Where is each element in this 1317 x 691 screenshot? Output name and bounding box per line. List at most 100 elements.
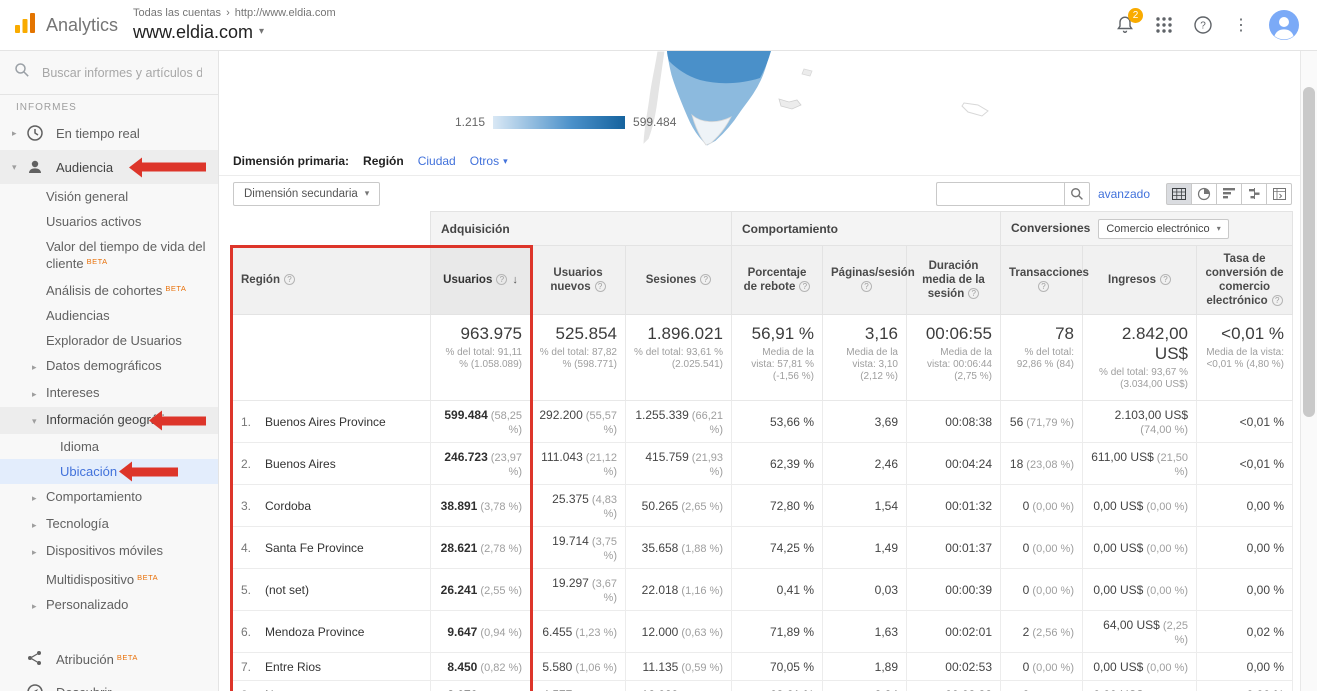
metric-percent: (21,93 %): [689, 452, 723, 478]
breadcrumb: Todas las cuentas › http://www.eldia.com…: [133, 7, 336, 43]
sidebar-item-tecnologia[interactable]: ▸Tecnología: [0, 511, 218, 538]
sidebar-item-intereses[interactable]: ▸Intereses: [0, 380, 218, 407]
sidebar-item-valor-del-tiempo-de-vida-del-cliente[interactable]: Valor del tiempo de vida del clienteBETA: [0, 234, 218, 276]
help-icon: ?: [861, 281, 872, 292]
more-options-button[interactable]: ⋮: [1233, 15, 1249, 35]
metric-cell: 9.647 (0,94 %): [431, 611, 531, 653]
region-link[interactable]: (not set): [265, 583, 309, 597]
region-link[interactable]: Entre Rios: [265, 660, 321, 674]
region-cell: 6.Mendoza Province: [233, 611, 431, 653]
region-link[interactable]: Santa Fe Province: [265, 541, 364, 555]
view-pivot-button[interactable]: [1266, 183, 1292, 205]
view-selector[interactable]: www.eldia.com ▾: [133, 21, 336, 44]
sidebar-item-vision-general[interactable]: Visión general: [0, 184, 218, 209]
column-header-porcentaje-de-rebote[interactable]: Porcentaje de rebote?: [732, 246, 823, 315]
sidebar-item-ubicacion[interactable]: Ubicación: [0, 459, 218, 484]
notifications-button[interactable]: 2: [1115, 15, 1135, 35]
sidebar-item-dispositivos-moviles[interactable]: ▸Dispositivos móviles: [0, 538, 218, 565]
column-header-region[interactable]: Región?: [233, 246, 431, 315]
metric-percent: (0,00 %): [1029, 501, 1074, 513]
sidebar-item-datos-demograficos[interactable]: ▸Datos demográficos: [0, 353, 218, 380]
row-rank: 8.: [241, 688, 265, 691]
view-performance-button[interactable]: [1216, 183, 1242, 205]
search-icon: [1070, 187, 1084, 201]
sidebar-item-multidispositivo[interactable]: MultidispositivoBETA: [0, 565, 218, 592]
sidebar-item-personalizado[interactable]: ▸Personalizado: [0, 592, 218, 619]
metric-cell: 50.265 (2,65 %): [626, 485, 732, 527]
sidebar-item-descubrir[interactable]: Descubrir: [0, 675, 218, 691]
table-row: 6.Mendoza Province9.647 (0,94 %)6.455 (1…: [233, 611, 1293, 653]
column-header-usuarios-nuevos[interactable]: Usuarios nuevos?: [531, 246, 626, 315]
metric-cell: 00:00:39: [907, 569, 1001, 611]
bars-view-icon: [1223, 188, 1236, 199]
metric-percent: (0,00 %): [1143, 501, 1188, 513]
primary-dimension-otros[interactable]: Otros ▾: [470, 154, 508, 168]
sidebar-item-idioma[interactable]: Idioma: [0, 434, 218, 459]
metric-percent: (2,55 %): [477, 585, 522, 597]
metric-cell: 74,25 %: [732, 527, 823, 569]
column-header-paginas-sesion[interactable]: Páginas/sesión?: [823, 246, 907, 315]
column-header-usuarios[interactable]: Usuarios?↓: [431, 246, 531, 315]
caret-spacer: [46, 439, 60, 441]
view-percentage-button[interactable]: [1191, 183, 1217, 205]
sidebar-search-input[interactable]: [42, 66, 202, 80]
region-cell: 2.Buenos Aires: [233, 443, 431, 485]
beta-badge: BETA: [87, 257, 108, 266]
primary-dimension-ciudad[interactable]: Ciudad: [418, 154, 456, 168]
metric-cell: 53,66 %: [732, 401, 823, 443]
vertical-scrollbar[interactable]: [1300, 51, 1317, 691]
avatar[interactable]: [1269, 10, 1299, 40]
advanced-filter-link[interactable]: avanzado: [1098, 187, 1150, 201]
metric-percent: (0,00 %): [1143, 662, 1188, 674]
column-header-duracion-media-de-la-sesion[interactable]: Duración media de la sesión?: [907, 246, 1001, 315]
metric-cell: 0,00 US$ (0,00 %): [1083, 485, 1197, 527]
sidebar-item-analisis-de-cohortes[interactable]: Análisis de cohortesBETA: [0, 276, 218, 303]
metric-cell: 62,39 %: [732, 443, 823, 485]
sidebar-item-label: Descubrir: [56, 685, 210, 691]
table-filter-input[interactable]: [936, 182, 1064, 206]
geo-map[interactable]: [219, 51, 1300, 147]
column-header-sesiones[interactable]: Sesiones?: [626, 246, 732, 315]
breadcrumb-accounts[interactable]: Todas las cuentas: [133, 7, 221, 21]
column-header-transacciones[interactable]: Transacciones?: [1001, 246, 1083, 315]
metric-value: 1,54: [875, 499, 898, 513]
apps-grid-button[interactable]: [1155, 16, 1173, 34]
sidebar-item-atribucion[interactable]: AtribuciónBETA: [0, 641, 218, 675]
sidebar-item-en-tiempo-real[interactable]: ▸En tiempo real: [0, 116, 218, 150]
view-comparison-button[interactable]: [1241, 183, 1267, 205]
help-button[interactable]: ?: [1193, 15, 1213, 35]
metric-cell: 5.580 (1,06 %): [531, 653, 626, 681]
region-link[interactable]: Cordoba: [265, 499, 311, 513]
metric-cell: 00:03:38: [907, 681, 1001, 691]
sidebar-item-explorador-de-usuarios[interactable]: Explorador de Usuarios: [0, 328, 218, 353]
view-table-button[interactable]: [1166, 183, 1192, 205]
region-link[interactable]: Buenos Aires Province: [265, 415, 386, 429]
column-label: Usuarios: [443, 274, 492, 286]
sidebar-item-label: En tiempo real: [56, 126, 210, 141]
region-link[interactable]: Buenos Aires: [265, 457, 336, 471]
table-row: 1.Buenos Aires Province599.484 (58,25 %)…: [233, 401, 1293, 443]
metric-cell: 00:01:32: [907, 485, 1001, 527]
breadcrumb-property[interactable]: http://www.eldia.com: [235, 7, 336, 21]
primary-dimension-region[interactable]: Región: [363, 154, 404, 168]
sidebar-item-audiencia[interactable]: ▾Audiencia: [0, 150, 218, 184]
scrollbar-thumb[interactable]: [1303, 87, 1315, 417]
metric-value: 2,24: [875, 688, 898, 691]
brand[interactable]: Analytics: [0, 10, 133, 41]
sidebar-search[interactable]: [0, 51, 218, 95]
ecommerce-selector[interactable]: Comercio electrónico▾: [1098, 219, 1228, 239]
metric-cell: 4.577 (0,87 %): [531, 681, 626, 691]
sidebar-item-comportamiento[interactable]: ▸Comportamiento: [0, 484, 218, 511]
caret-spacer: [32, 308, 46, 310]
region-link[interactable]: Mendoza Province: [265, 625, 364, 639]
metric-cell: 2.103,00 US$ (74,00 %): [1083, 401, 1197, 443]
secondary-dimension-button[interactable]: Dimensión secundaria ▾: [233, 182, 380, 206]
table-filter-search-button[interactable]: [1064, 182, 1090, 206]
column-header-tasa-de-conversion-de-comercio-electronico[interactable]: Tasa de conversión de comercio electróni…: [1197, 246, 1293, 315]
sidebar-item-informacion-geografica[interactable]: ▾Información geográfica: [0, 407, 218, 434]
sidebar: INFORMES ▸En tiempo real▾AudienciaVisión…: [0, 51, 219, 691]
region-link[interactable]: Neuquen: [265, 688, 314, 691]
sidebar-item-usuarios-activos[interactable]: Usuarios activos: [0, 209, 218, 234]
sidebar-item-audiencias[interactable]: Audiencias: [0, 303, 218, 328]
column-header-ingresos[interactable]: Ingresos?: [1083, 246, 1197, 315]
